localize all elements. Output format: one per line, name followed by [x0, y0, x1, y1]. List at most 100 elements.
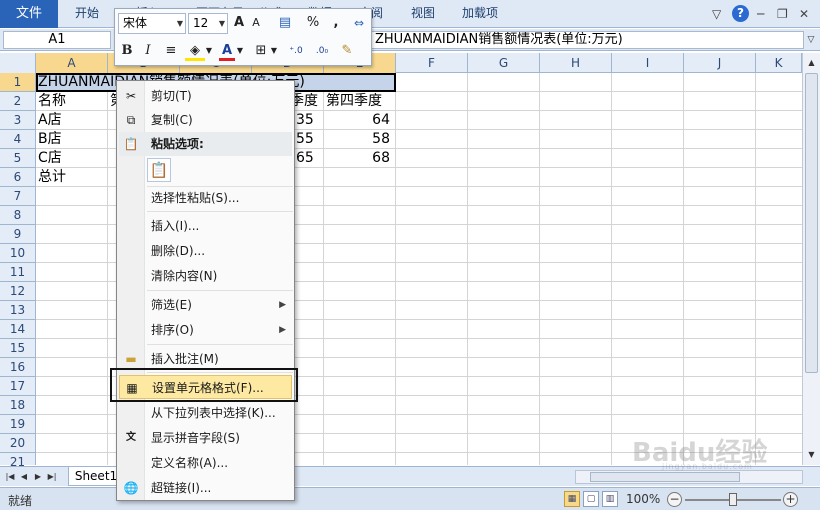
row-header[interactable]: 7 [0, 187, 35, 206]
chevron-down-icon[interactable]: ▼ [205, 41, 213, 61]
row-header[interactable]: 17 [0, 377, 35, 396]
row-header[interactable]: 13 [0, 301, 35, 320]
row-header[interactable]: 16 [0, 358, 35, 377]
grow-font-button[interactable]: A [231, 13, 247, 33]
page-break-view-icon[interactable]: ▥ [602, 491, 618, 507]
minimize-window-icon[interactable]: ─ [757, 5, 764, 23]
menu-item-show-phonetic[interactable]: 文 显示拼音字段(S) [119, 426, 292, 450]
row-header[interactable]: 3 [0, 111, 35, 130]
row-header[interactable]: 20 [0, 434, 35, 453]
zoom-in-icon[interactable]: + [783, 492, 798, 507]
menu-item-insert[interactable]: 插入(I)... [119, 214, 292, 238]
first-sheet-icon[interactable]: |◀ [4, 469, 16, 484]
font-name-combo[interactable]: 宋体 ▼ [118, 13, 186, 34]
percent-style-button[interactable]: % [305, 13, 321, 33]
menu-item-define-name[interactable]: 定义名称(A)... [119, 451, 292, 475]
horizontal-scroll-thumb[interactable] [590, 472, 740, 482]
number-format-icon[interactable]: ▤ [273, 13, 297, 33]
formula-input[interactable]: ZHUANMAIDIAN销售额情况表(单位:万元) [370, 31, 804, 49]
cell-a5[interactable]: C店 [36, 149, 64, 168]
font-size-combo[interactable]: 12 ▼ [188, 13, 228, 34]
close-window-icon[interactable]: ✕ [799, 5, 809, 23]
tab-view[interactable]: 视图 [411, 0, 435, 27]
comma-style-button[interactable]: , [330, 13, 342, 33]
cell-e2[interactable]: 第四季度 [324, 92, 384, 111]
file-tab[interactable]: 文件 [0, 0, 58, 28]
menu-item-filter[interactable]: 筛选(E) ▶ [119, 293, 292, 317]
select-all-corner[interactable] [0, 53, 36, 73]
scroll-up-icon[interactable]: ▲ [804, 55, 819, 71]
cell-a6[interactable]: 总计 [36, 168, 68, 187]
chevron-down-icon[interactable]: ▼ [270, 41, 278, 61]
merge-center-icon[interactable]: ⇔ [349, 13, 369, 33]
tab-home[interactable]: 开始 [75, 0, 99, 27]
row-header[interactable]: 10 [0, 244, 35, 263]
cell-a4[interactable]: B店 [36, 130, 64, 149]
decrease-decimal-icon[interactable]: .0₀ [311, 41, 333, 61]
tab-addins[interactable]: 加载项 [462, 0, 498, 27]
zoom-out-icon[interactable]: − [667, 492, 682, 507]
cell-e5[interactable]: 68 [324, 149, 396, 168]
name-box[interactable]: A1 [3, 31, 111, 49]
chevron-down-icon[interactable]: ▼ [236, 41, 244, 61]
cell-e4[interactable]: 58 [324, 130, 396, 149]
column-header[interactable]: I [612, 53, 684, 73]
column-header[interactable]: G [468, 53, 540, 73]
cell-e3[interactable]: 64 [324, 111, 396, 130]
menu-item-cut[interactable]: ✂ 剪切(T) [119, 84, 292, 108]
cell-a3[interactable]: A店 [36, 111, 64, 130]
menu-item-hyperlink[interactable]: 🌐 超链接(I)... [119, 476, 292, 500]
cell-a2[interactable]: 名称 [36, 92, 68, 111]
borders-icon[interactable]: ⊞ [253, 41, 269, 61]
row-header[interactable]: 5 [0, 149, 35, 168]
italic-icon[interactable]: I [141, 41, 155, 61]
column-header[interactable]: J [684, 53, 756, 73]
bold-icon[interactable]: B [120, 41, 134, 61]
row-header[interactable]: 14 [0, 320, 35, 339]
next-sheet-icon[interactable]: ▶ [32, 469, 44, 484]
scroll-down-icon[interactable]: ▼ [804, 447, 819, 463]
row-header[interactable]: 19 [0, 415, 35, 434]
vertical-scroll-thumb[interactable] [805, 73, 818, 373]
zoom-slider-thumb[interactable] [729, 493, 737, 506]
last-sheet-icon[interactable]: ▶| [46, 469, 58, 484]
menu-item-paste-special[interactable]: 选择性粘贴(S)... [119, 186, 292, 210]
restore-window-icon[interactable]: ❐ [777, 5, 788, 23]
row-header[interactable]: 18 [0, 396, 35, 415]
format-painter-icon[interactable]: ✎ [337, 41, 357, 61]
cell-d3[interactable]: 35 [294, 111, 316, 130]
row-header[interactable]: 11 [0, 263, 35, 282]
page-layout-view-icon[interactable]: ▢ [583, 491, 599, 507]
row-header[interactable]: 9 [0, 225, 35, 244]
vertical-scrollbar[interactable]: ▲ ▼ [802, 53, 820, 465]
shrink-font-button[interactable]: A [249, 13, 263, 33]
row-header[interactable]: 6 [0, 168, 35, 187]
column-header[interactable]: A [36, 53, 108, 73]
row-header[interactable]: 8 [0, 206, 35, 225]
expand-formula-bar-icon[interactable]: ▽ [805, 32, 817, 48]
menu-item-delete[interactable]: 删除(D)... [119, 239, 292, 263]
column-header[interactable]: H [540, 53, 612, 73]
prev-sheet-icon[interactable]: ◀ [18, 469, 30, 484]
cell-d5[interactable]: 65 [294, 149, 316, 168]
menu-item-copy[interactable]: ⧉ 复制(C) [119, 108, 292, 132]
column-header[interactable]: F [396, 53, 468, 73]
row-header[interactable]: 1 [0, 73, 35, 92]
font-color-icon[interactable]: A [219, 41, 235, 61]
paste-clipboard-icon[interactable]: 📋 [147, 158, 171, 182]
zoom-level[interactable]: 100% [626, 492, 660, 506]
minimize-ribbon-icon[interactable]: ▽ [712, 5, 721, 23]
horizontal-scrollbar[interactable] [575, 470, 803, 484]
fill-color-icon[interactable]: ◈ [185, 41, 205, 61]
menu-item-sort[interactable]: 排序(O) ▶ [119, 318, 292, 342]
normal-view-icon[interactable]: ▦ [564, 491, 580, 507]
help-icon[interactable]: ? [732, 5, 749, 22]
row-header[interactable]: 4 [0, 130, 35, 149]
menu-item-clear-contents[interactable]: 清除内容(N) [119, 264, 292, 288]
menu-item-pick-from-list[interactable]: 从下拉列表中选择(K)... [119, 401, 292, 425]
cell-d4[interactable]: 55 [294, 130, 316, 149]
row-header[interactable]: 2 [0, 92, 35, 111]
row-header[interactable]: 15 [0, 339, 35, 358]
center-align-icon[interactable]: ≡ [163, 41, 179, 61]
column-header[interactable]: K [756, 53, 802, 73]
